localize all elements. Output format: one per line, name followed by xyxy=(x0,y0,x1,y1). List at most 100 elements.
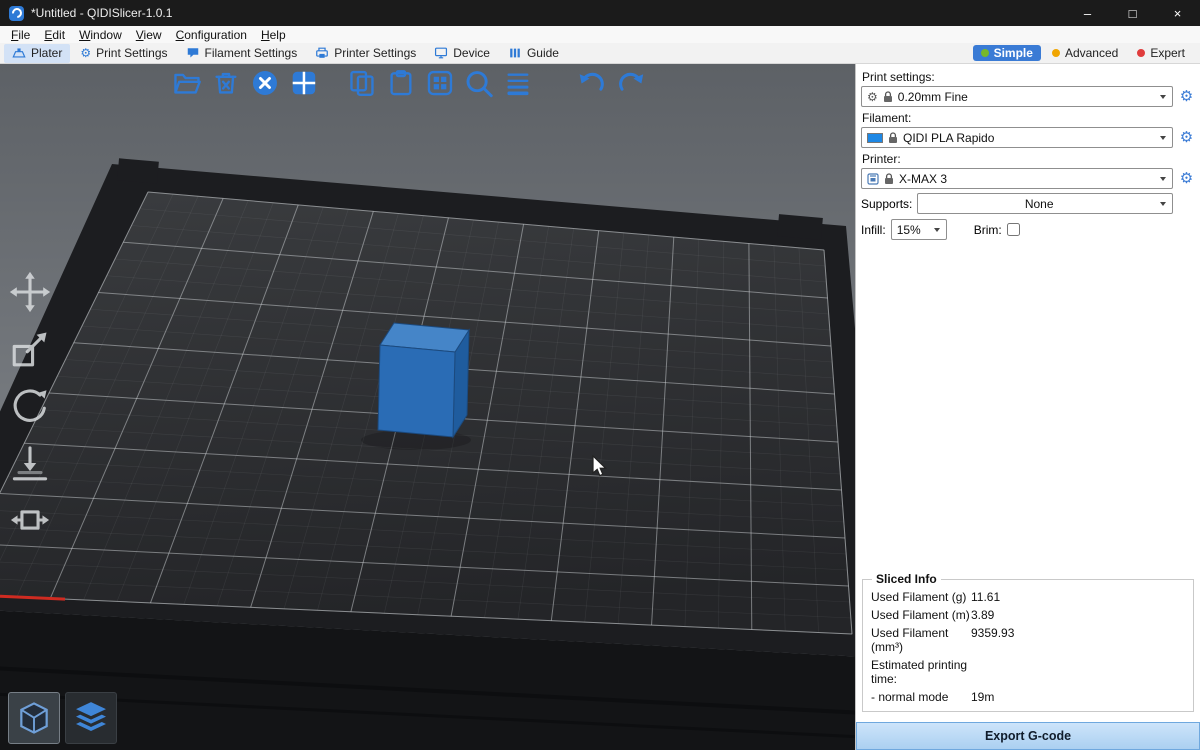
viewport-toolbar xyxy=(170,67,646,99)
delete-button[interactable] xyxy=(209,67,241,99)
layer-height-button[interactable] xyxy=(501,67,533,99)
info-row: Used Filament (mm³) 9359.93 xyxy=(871,624,1185,656)
place-on-face-button[interactable] xyxy=(8,441,52,485)
scale-button[interactable] xyxy=(8,327,52,371)
filament-color-swatch xyxy=(867,133,883,143)
expert-mode-dot-icon xyxy=(1137,49,1145,57)
copy-icon xyxy=(346,68,376,98)
info-value: 9359.93 xyxy=(971,626,1185,654)
brim-label: Brim: xyxy=(974,223,1002,237)
printer-icon xyxy=(315,46,329,60)
cube-wireframe-icon xyxy=(15,699,53,737)
infill-value: 15% xyxy=(897,223,929,237)
filament-icon xyxy=(186,46,200,60)
gizmo-toolbar xyxy=(8,270,52,542)
scale-icon xyxy=(8,327,52,371)
infill-combo[interactable]: 15% xyxy=(891,219,947,240)
tab-label: Device xyxy=(453,46,490,60)
info-value: 11.61 xyxy=(971,590,1185,604)
mode-advanced[interactable]: Advanced xyxy=(1044,45,1126,61)
sliced-info-panel: Sliced Info Used Filament (g) 11.61 Used… xyxy=(862,579,1194,712)
lock-icon xyxy=(883,91,893,103)
preview-layers-button[interactable] xyxy=(65,692,117,744)
menu-view[interactable]: View xyxy=(129,28,169,42)
tab-plater[interactable]: Plater xyxy=(4,44,70,63)
cut-icon xyxy=(8,498,52,542)
arrange-button[interactable] xyxy=(287,67,319,99)
tab-label: Print Settings xyxy=(96,46,167,60)
redo-button[interactable] xyxy=(614,67,646,99)
split-button[interactable] xyxy=(423,67,455,99)
minimize-button[interactable]: – xyxy=(1065,0,1110,26)
export-gcode-button[interactable]: Export G-code xyxy=(856,722,1200,750)
menubar: File Edit Window View Configuration Help xyxy=(0,26,1200,43)
chevron-down-icon xyxy=(1160,177,1166,181)
delete-all-button[interactable] xyxy=(248,67,280,99)
close-button[interactable]: × xyxy=(1155,0,1200,26)
info-label: - normal mode xyxy=(871,690,971,704)
menu-window[interactable]: Window xyxy=(72,28,129,42)
undo-button[interactable] xyxy=(575,67,607,99)
tab-label: Guide xyxy=(527,46,559,60)
tab-filament-settings[interactable]: Filament Settings xyxy=(178,44,306,63)
menu-configuration[interactable]: Configuration xyxy=(169,28,254,42)
sliced-layers-icon xyxy=(71,698,111,738)
info-label: Used Filament (m) xyxy=(871,608,971,622)
mode-label: Simple xyxy=(994,46,1033,60)
move-button[interactable] xyxy=(8,270,52,314)
editor-3d-view-button[interactable] xyxy=(8,692,60,744)
printer-gear-button[interactable]: ⚙ xyxy=(1178,171,1195,186)
mode-simple[interactable]: Simple xyxy=(973,45,1041,61)
brim-checkbox[interactable] xyxy=(1007,223,1020,236)
tab-device[interactable]: Device xyxy=(426,44,498,63)
viewport-canvas[interactable] xyxy=(0,64,855,750)
mode-expert[interactable]: Expert xyxy=(1129,45,1193,61)
settings-sidebar: Print settings: ⚙ 0.20mm Fine ⚙ Filament… xyxy=(855,64,1200,750)
mode-label: Advanced xyxy=(1065,46,1118,60)
titlebar: *Untitled - QIDISlicer-1.0.1 – □ × xyxy=(0,0,1200,26)
filament-gear-button[interactable]: ⚙ xyxy=(1178,130,1195,145)
mode-label: Expert xyxy=(1150,46,1185,60)
chevron-down-icon xyxy=(1160,136,1166,140)
printer-combo[interactable]: X-MAX 3 xyxy=(861,168,1173,189)
tab-printer-settings[interactable]: Printer Settings xyxy=(307,44,424,63)
info-row: Estimated printing time: xyxy=(871,656,1185,688)
gear-icon: ⚙ xyxy=(867,91,878,103)
simple-mode-dot-icon xyxy=(981,49,989,57)
filament-value: QIDI PLA Rapido xyxy=(903,131,1155,145)
redo-icon xyxy=(614,67,646,99)
tab-label: Filament Settings xyxy=(205,46,298,60)
chevron-down-icon xyxy=(934,228,940,232)
tab-guide[interactable]: Guide xyxy=(500,44,567,63)
printer-value: X-MAX 3 xyxy=(899,172,1155,186)
guide-icon xyxy=(508,46,522,60)
viewport-3d[interactable] xyxy=(0,64,855,750)
print-settings-gear-button[interactable]: ⚙ xyxy=(1178,89,1195,104)
info-row: Used Filament (g) 11.61 xyxy=(871,588,1185,606)
maximize-button[interactable]: □ xyxy=(1110,0,1155,26)
tab-print-settings[interactable]: ⚙ Print Settings xyxy=(72,44,175,63)
info-value: 3.89 xyxy=(971,608,1185,622)
print-settings-combo[interactable]: ⚙ 0.20mm Fine xyxy=(861,86,1173,107)
supports-combo[interactable]: None xyxy=(917,193,1173,214)
printer-mini-icon xyxy=(867,173,879,185)
rotate-button[interactable] xyxy=(8,384,52,428)
copy-button[interactable] xyxy=(345,67,377,99)
device-icon xyxy=(434,46,448,60)
arrange-grid-icon xyxy=(288,68,318,98)
advanced-mode-dot-icon xyxy=(1052,49,1060,57)
filament-combo[interactable]: QIDI PLA Rapido xyxy=(861,127,1173,148)
mode-switcher: Simple Advanced Expert xyxy=(973,45,1196,61)
open-file-button[interactable] xyxy=(170,67,202,99)
info-label: Used Filament (g) xyxy=(871,590,971,604)
menu-file[interactable]: File xyxy=(4,28,37,42)
menu-edit[interactable]: Edit xyxy=(37,28,72,42)
paste-button[interactable] xyxy=(384,67,416,99)
search-button[interactable] xyxy=(462,67,494,99)
search-icon xyxy=(462,67,494,100)
menu-help[interactable]: Help xyxy=(254,28,293,42)
info-label: Used Filament (mm³) xyxy=(871,626,971,654)
view-switcher xyxy=(8,692,117,744)
cut-button[interactable] xyxy=(8,498,52,542)
sliced-info-title: Sliced Info xyxy=(872,572,941,586)
